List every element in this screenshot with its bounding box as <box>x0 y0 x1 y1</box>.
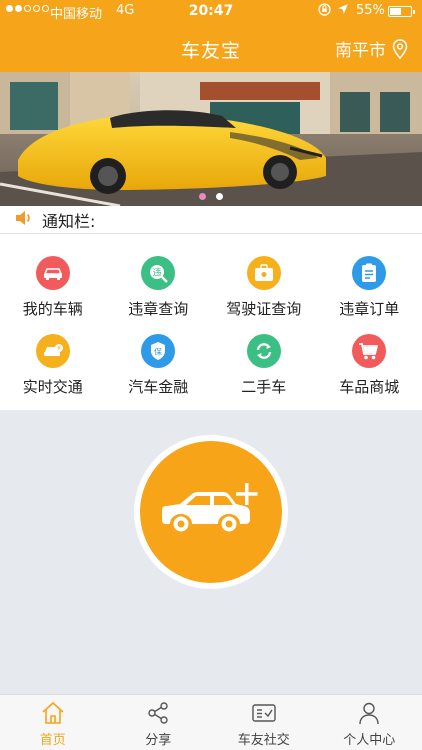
car-icon <box>35 256 70 290</box>
svg-text:违: 违 <box>153 268 162 279</box>
violation-search-icon: 违 <box>141 256 176 290</box>
battery-icon <box>388 6 415 17</box>
tab-home[interactable]: 首页 <box>0 695 106 750</box>
orientation-lock-icon <box>318 3 331 19</box>
banner-page-dot[interactable] <box>216 193 223 200</box>
tab-label: 首页 <box>39 733 66 748</box>
add-car-icon <box>162 483 258 532</box>
status-bar: 中国移动 4G 20:47 55% <box>0 0 422 22</box>
license-icon <box>246 256 281 290</box>
feature-violation-order[interactable]: 违章订单 <box>317 256 422 334</box>
city-selector[interactable]: 南平市 <box>335 36 408 61</box>
banner-pagination[interactable] <box>0 193 422 200</box>
promo-banner[interactable] <box>0 72 422 206</box>
feature-label: 我的车辆 <box>22 300 83 318</box>
tab-bar: 首页 分享 车友社交 个人中心 <box>0 694 422 750</box>
banner-page-dot[interactable] <box>199 193 206 200</box>
feature-label: 汽车金融 <box>128 378 189 396</box>
feature-label: 违章查询 <box>128 300 189 318</box>
refresh-icon <box>246 334 281 368</box>
svg-text:¥: ¥ <box>57 345 61 352</box>
order-icon <box>352 256 387 290</box>
tab-label: 个人中心 <box>343 733 396 748</box>
battery-percent: 55% <box>356 3 385 18</box>
speaker-icon <box>14 209 34 231</box>
tab-share[interactable]: 分享 <box>106 695 212 750</box>
add-vehicle-button[interactable] <box>140 441 282 583</box>
feature-used-car[interactable]: 二手车 <box>211 334 317 412</box>
add-vehicle-button-ring <box>134 435 288 589</box>
feature-label: 二手车 <box>241 378 287 396</box>
tab-label: 车友社交 <box>237 733 290 748</box>
feature-car-mall[interactable]: 车品商城 <box>317 334 422 412</box>
feature-grid: 我的车辆 违 违章查询 驾驶证查询 违章订单 ¥ 实时交通 保 汽车金融 二手车 <box>0 234 422 410</box>
feature-license-query[interactable]: 驾驶证查询 <box>211 256 317 334</box>
home-icon <box>41 701 65 727</box>
person-icon <box>357 701 381 727</box>
feature-label: 驾驶证查询 <box>226 300 302 318</box>
location-pin-icon <box>392 38 408 59</box>
tab-label: 分享 <box>145 733 172 748</box>
tab-profile[interactable]: 个人中心 <box>317 695 422 750</box>
feature-car-finance[interactable]: 保 汽车金融 <box>106 334 212 412</box>
svg-text:保: 保 <box>154 347 162 357</box>
social-icon <box>251 701 277 727</box>
feature-label: 实时交通 <box>22 378 83 396</box>
share-icon <box>146 701 170 727</box>
cart-icon <box>352 334 387 368</box>
traffic-icon: ¥ <box>35 334 70 368</box>
city-name: 南平市 <box>335 41 386 61</box>
feature-my-vehicle[interactable]: 我的车辆 <box>0 256 106 334</box>
banner-sports-car-image <box>0 72 422 206</box>
feature-label: 违章订单 <box>339 300 400 318</box>
tab-social[interactable]: 车友社交 <box>211 695 317 750</box>
feature-realtime-traffic[interactable]: ¥ 实时交通 <box>0 334 106 412</box>
location-arrow-icon <box>337 3 349 18</box>
feature-violation-query[interactable]: 违 违章查询 <box>106 256 212 334</box>
notice-label: 通知栏: <box>42 211 96 231</box>
notice-bar[interactable]: 通知栏: <box>0 206 422 234</box>
feature-label: 车品商城 <box>339 378 400 396</box>
finance-shield-icon: 保 <box>141 334 176 368</box>
header: 中国移动 4G 20:47 55% 车友宝 南平市 <box>0 0 422 72</box>
